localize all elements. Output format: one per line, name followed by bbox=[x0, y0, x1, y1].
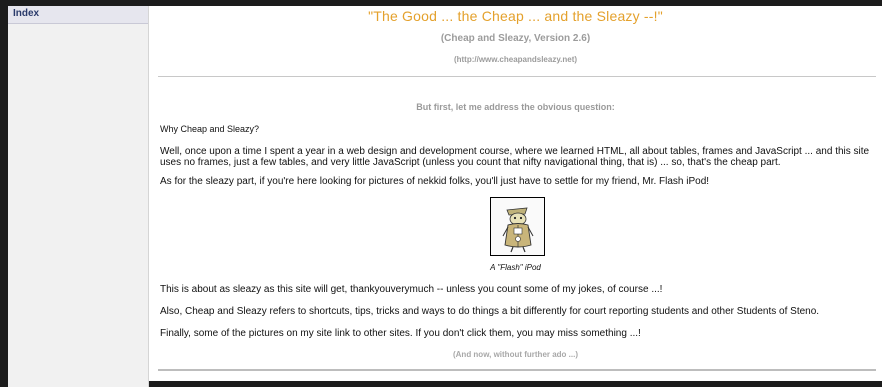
site-url: (http://www.cheapandsleazy.net) bbox=[453, 55, 578, 64]
why-question: Why Cheap and Sleazy? bbox=[160, 124, 260, 134]
bottom-divider bbox=[158, 369, 876, 371]
question-heading: But first, let me address the obvious qu… bbox=[416, 102, 615, 112]
further-ado-text: (And now, without further ado ...) bbox=[452, 350, 578, 359]
top-divider bbox=[158, 76, 876, 77]
sidebar: Index bbox=[8, 6, 149, 387]
page-title: "The Good ... the Cheap ... and the Slea… bbox=[368, 8, 663, 24]
version-subtitle: (Cheap and Sleazy, Version 2.6) bbox=[440, 33, 591, 44]
final-paragraph: Finally, some of the pictures on my site… bbox=[160, 328, 641, 339]
also-paragraph: Also, Cheap and Sleazy refers to shortcu… bbox=[160, 306, 820, 317]
cheap-paragraph: Well, once upon a time I spent a year in… bbox=[160, 146, 870, 168]
sidebar-index-link[interactable]: Index bbox=[8, 6, 148, 24]
flash-ipod-cartoon-icon bbox=[491, 198, 544, 255]
flash-ipod-image[interactable] bbox=[490, 197, 545, 256]
sleazy-paragraph: As for the sleazy part, if you're here l… bbox=[160, 176, 710, 187]
main-content: "The Good ... the Cheap ... and the Slea… bbox=[149, 6, 882, 381]
sleazy-limit-paragraph: This is about as sleazy as this site wil… bbox=[160, 284, 663, 295]
image-caption: A "Flash" iPod bbox=[490, 263, 541, 272]
